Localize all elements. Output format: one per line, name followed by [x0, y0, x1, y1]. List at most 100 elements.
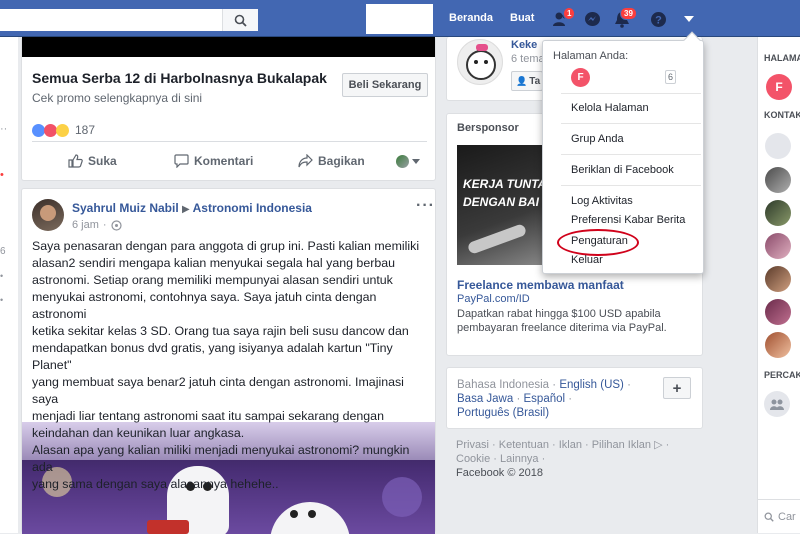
- page-shortcut-avatar[interactable]: F: [571, 68, 590, 87]
- sponsored-title[interactable]: Freelance membawa manfaat: [457, 278, 624, 292]
- post-text-line: menjadi liar tentang astronomi saat itu …: [32, 409, 384, 423]
- ad-image[interactable]: [22, 37, 435, 57]
- language-option[interactable]: Basa Jawa: [457, 393, 513, 405]
- like-label: Suka: [88, 154, 117, 168]
- chat-search-input[interactable]: Car: [758, 499, 800, 533]
- language-list: Bahasa Indonesia · English (US) · Basa J…: [457, 379, 631, 419]
- page-avatar[interactable]: F: [766, 74, 792, 100]
- chat-search-placeholder: Car: [778, 510, 796, 523]
- current-language: Bahasa Indonesia: [457, 379, 550, 391]
- ad-subtitle: Cek promo selengkapnya di sini: [32, 91, 203, 105]
- author-avatar[interactable]: [32, 199, 64, 231]
- add-friend-button[interactable]: 👤 Ta: [511, 71, 543, 91]
- post-meta: 6 jam ·: [72, 219, 122, 231]
- svg-text:?: ?: [655, 14, 662, 26]
- thumbs-up-icon: [68, 154, 83, 168]
- search-input[interactable]: [0, 9, 258, 31]
- language-option[interactable]: Español: [524, 393, 566, 405]
- sponsored-image[interactable]: KERJA TUNTA DENGAN BAI: [457, 145, 551, 265]
- account-dropdown-menu: Halaman Anda: F 6 Kelola Halaman Grup An…: [542, 31, 704, 274]
- contact-avatar[interactable]: [765, 332, 791, 358]
- profile-name-box[interactable]: [366, 4, 433, 34]
- search-icon: [764, 512, 774, 522]
- left-strip-dot: •: [0, 295, 4, 305]
- comment-button[interactable]: Komentari: [174, 154, 253, 168]
- contact-avatar[interactable]: [765, 299, 791, 325]
- activity-log-item[interactable]: Log Aktivitas: [571, 195, 633, 207]
- globe-avatar-icon: [396, 155, 409, 168]
- pages-header: HALAMA: [764, 53, 800, 63]
- post-text-line: yang sama dengan saya alasannya hehehe..: [32, 477, 279, 491]
- contact-avatar[interactable]: [765, 266, 791, 292]
- sponsored-header: Bersponsor: [457, 122, 519, 134]
- left-strip-dot: •: [0, 169, 4, 181]
- buy-now-button[interactable]: Beli Sekarang: [342, 73, 428, 97]
- post-body-text: Saya penasaran dengan para anggota di gr…: [32, 238, 427, 493]
- author-name-link[interactable]: Syahrul Muiz Nabil: [72, 201, 179, 215]
- search-button[interactable]: [222, 9, 258, 31]
- group-name-link[interactable]: Astronomi Indonesia: [193, 201, 312, 215]
- nav-create-link[interactable]: Buat: [510, 12, 534, 24]
- add-language-button[interactable]: +: [663, 377, 691, 399]
- like-button[interactable]: Suka: [68, 154, 117, 168]
- haha-reaction-icon: [56, 123, 69, 137]
- post-options-icon[interactable]: ···: [416, 197, 435, 215]
- add-friend-icon: 👤: [516, 75, 528, 86]
- group-audience-icon: [110, 219, 122, 231]
- news-feed-preferences-item[interactable]: Preferensi Kabar Berita: [571, 214, 685, 226]
- dropdown-separator: [561, 185, 701, 186]
- sponsored-image-text: DENGAN BAI: [463, 195, 540, 209]
- language-option[interactable]: Português (Brasil): [457, 407, 549, 419]
- friend-requests-badge: 1: [563, 7, 576, 20]
- profile-avatar[interactable]: [457, 39, 503, 85]
- post-text-line: alasan2 sendiri mengapa kalian menyukai …: [32, 256, 396, 270]
- contact-avatar[interactable]: [765, 167, 791, 193]
- search-icon: [234, 14, 247, 27]
- profile-name[interactable]: Keke: [511, 39, 537, 51]
- dropdown-separator: [561, 154, 701, 155]
- contact-avatar[interactable]: [765, 133, 791, 159]
- advertise-item[interactable]: Beriklan di Facebook: [571, 164, 674, 176]
- language-card: Bahasa Indonesia · English (US) · Basa J…: [446, 367, 703, 429]
- post-text-line: Saya penasaran dengan para anggota di gr…: [32, 239, 420, 253]
- left-strip-glyph: 6: [0, 246, 6, 257]
- footer-links-line[interactable]: Privasi · Ketentuan · Iklan · Pilihan Ik…: [456, 438, 696, 452]
- account-menu-chevron-icon[interactable]: [679, 9, 699, 29]
- your-groups-item[interactable]: Grup Anda: [571, 133, 624, 145]
- language-option[interactable]: English (US): [559, 379, 624, 391]
- ad-title[interactable]: Semua Serba 12 di Harbolnasnya Bukalapak: [32, 70, 327, 86]
- manage-pages-item[interactable]: Kelola Halaman: [571, 102, 649, 114]
- contact-avatar[interactable]: [765, 233, 791, 259]
- messenger-icon[interactable]: [582, 9, 602, 29]
- log-out-item[interactable]: Keluar: [571, 254, 603, 266]
- group-chat-icon[interactable]: [764, 391, 790, 417]
- footer-links-line[interactable]: Cookie · Lainnya ·: [456, 452, 696, 466]
- contacts-header: KONTAK: [764, 110, 800, 120]
- groups-header: PERCAK: [764, 370, 800, 380]
- nav-home-link[interactable]: Beranda: [449, 12, 493, 24]
- notifications-badge: 39: [620, 7, 637, 20]
- audience-selector[interactable]: [396, 155, 420, 168]
- comment-label: Komentari: [194, 154, 254, 168]
- comment-icon: [174, 154, 189, 168]
- post-timestamp[interactable]: 6 jam: [72, 219, 99, 231]
- share-button[interactable]: Bagikan: [298, 154, 365, 168]
- post-text-line: mendapatkan bonus dvd gratis, yang isiya…: [32, 341, 393, 372]
- chevron-down-icon: [412, 159, 420, 164]
- sponsored-url[interactable]: PayPal.com/ID: [457, 293, 530, 305]
- post-text-line: yang membuat saya benar2 jatuh cinta den…: [32, 375, 404, 406]
- contact-avatar[interactable]: [765, 200, 791, 226]
- reactions-summary[interactable]: 187: [32, 123, 95, 137]
- post-author-line: Syahrul Muiz Nabil ▶ Astronomi Indonesia: [72, 201, 312, 215]
- help-icon[interactable]: ?: [648, 9, 668, 29]
- page-notification-count: 6: [665, 70, 677, 84]
- share-label: Bagikan: [318, 154, 365, 168]
- footer-copyright: Facebook © 2018: [456, 467, 543, 479]
- left-sidebar-edge: ·· • 6 • •: [0, 37, 18, 533]
- share-icon: [298, 154, 313, 168]
- left-strip-dot: •: [0, 271, 4, 281]
- your-pages-header: Halaman Anda:: [553, 50, 629, 62]
- post-text-line: menyukai astronomi, contohnya saya. Saya…: [32, 290, 377, 321]
- top-navigation-bar: Beranda Buat 1 39 ?: [0, 0, 800, 37]
- caret-right-icon: ▶: [182, 204, 190, 215]
